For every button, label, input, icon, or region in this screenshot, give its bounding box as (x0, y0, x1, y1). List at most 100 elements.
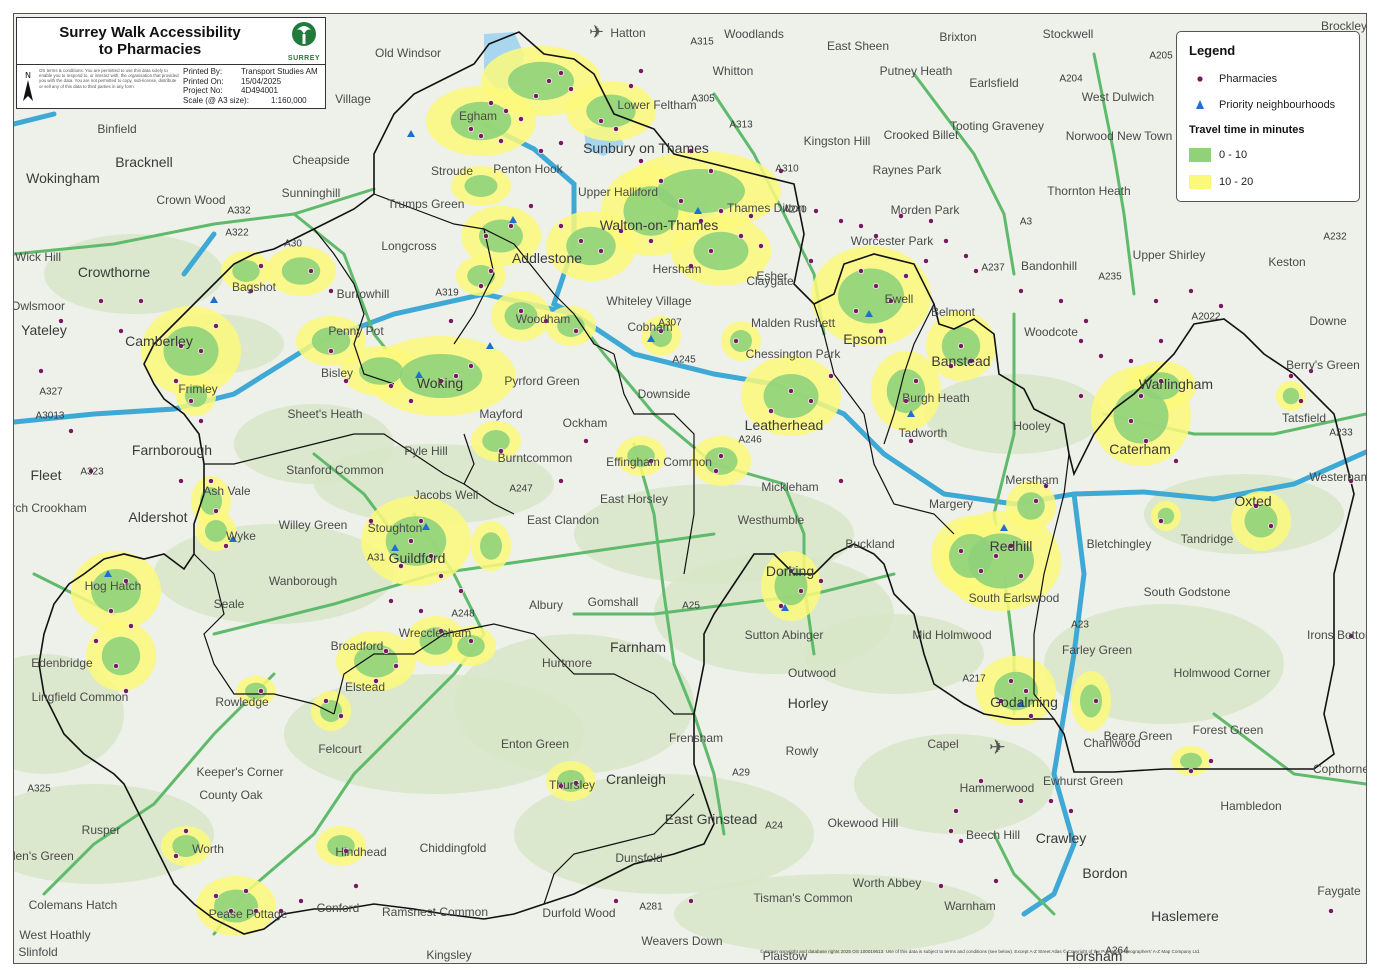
airport-icon: ✈ (989, 735, 1006, 759)
place-label: Margery (928, 497, 974, 511)
pharmacy-marker (758, 243, 764, 249)
place-label: Bordon (1082, 865, 1128, 881)
place-label: Malden Rushett (750, 316, 836, 330)
pharmacy-marker (488, 100, 494, 106)
pharmacy-marker (808, 258, 814, 264)
place-label: Keeper's Corner (196, 765, 284, 779)
place-label: Church Crookham (14, 501, 87, 515)
pharmacy-marker (858, 223, 864, 229)
road-label: A29 (732, 767, 750, 779)
place-label: Crawley (1035, 830, 1087, 846)
pharmacy-marker (518, 116, 524, 122)
pharmacy-marker (913, 378, 919, 384)
place-label: Brixton (939, 30, 977, 44)
legend-band-0-10: 0 - 10 (1189, 148, 1247, 162)
pharmacy-marker (353, 883, 359, 889)
place-label: Penny Pot (328, 324, 384, 338)
road-label: A25 (682, 600, 700, 612)
road-label: A322 (225, 227, 249, 239)
place-label: West Dulwich (1081, 90, 1155, 104)
surrey-logo-text: SURREY (287, 55, 321, 62)
pharmacy-marker (1218, 303, 1224, 309)
place-label: Kingston Hill (803, 134, 871, 148)
pharmacy-marker (953, 808, 959, 814)
place-label: Farnborough (131, 442, 213, 458)
place-label: Effingham Common (606, 455, 712, 469)
map-frame[interactable]: ✈ ✈ Old Windsor Hatton Woodlands East Sheen… (13, 13, 1367, 964)
place-label: Tadworth (898, 426, 948, 440)
pharmacy-marker (113, 663, 119, 669)
place-label: Warlingham (1138, 376, 1214, 392)
place-label: Westerham (1309, 470, 1367, 484)
pharmacy-marker (388, 383, 394, 389)
pharmacy-marker (383, 648, 389, 654)
pharmacy-marker (1058, 298, 1064, 304)
pharmacy-marker (328, 348, 334, 354)
pharmacy-marker (768, 408, 774, 414)
map-title-box: Surrey Walk Accessibility to Pharmacies … (16, 17, 326, 65)
road-label: A204 (1059, 73, 1083, 85)
pharmacy-marker (128, 623, 134, 629)
pharmacy-marker (1068, 808, 1074, 814)
map-title-line1: Surrey Walk Accessibility (59, 24, 241, 41)
pharmacy-marker (568, 86, 574, 92)
road-label: A246 (738, 434, 762, 446)
road-label: A3 (1019, 216, 1033, 228)
pharmacy-marker (108, 608, 114, 614)
pharmacy-marker (528, 203, 534, 209)
pharmacy-marker (978, 568, 984, 574)
pharmacy-marker (573, 328, 579, 334)
place-label: Rusper (81, 823, 121, 837)
place-label: Burrowhill (336, 287, 390, 301)
place-label: Ewhurst Green (1042, 774, 1124, 788)
place-label: Edenbridge (31, 656, 93, 670)
place-label: South Earlswood (968, 591, 1060, 605)
place-label: Tatsfield (1281, 411, 1327, 425)
pharmacy-marker (503, 108, 509, 114)
place-label: Aldershot (128, 509, 188, 525)
pharmacy-marker (958, 548, 964, 554)
place-label: Downe (1309, 314, 1347, 328)
place-label: Hersham (652, 262, 702, 276)
place-label: Buckland (845, 537, 895, 551)
place-label: Norwood New Town (1065, 129, 1173, 143)
pharmacy-marker (213, 893, 219, 899)
place-label: Owlsmoor (13, 299, 66, 313)
road-label: A237 (981, 262, 1005, 274)
pharmacy-marker (578, 238, 584, 244)
place-label: Copthorne (1312, 762, 1367, 776)
road-label: A205 (1149, 50, 1173, 62)
pharmacy-marker (1078, 393, 1084, 399)
place-label: Binfield (97, 122, 137, 136)
place-label: Ockham (562, 416, 608, 430)
pharmacy-marker (243, 888, 249, 894)
printed-by-label: Printed By: (183, 67, 223, 76)
legend-panel: Legend Pharmacies Priority neighbourhood… (1176, 31, 1360, 202)
pharmacy-marker (558, 140, 564, 146)
place-label: Mickleham (761, 480, 819, 494)
place-label: Pyrford Green (504, 374, 580, 388)
pharmacy-marker (613, 126, 619, 132)
place-label: Okewood Hill (827, 816, 899, 830)
place-label: Tandridge (1180, 532, 1234, 546)
place-label: Chessington Park (745, 347, 841, 361)
pharmacy-marker (993, 553, 999, 559)
pharmacy-marker (993, 878, 999, 884)
place-label: Sutton Abinger (744, 628, 824, 642)
pharmacy-marker (468, 126, 474, 132)
pharmacy-marker (798, 588, 804, 594)
pharmacy-marker (488, 268, 494, 274)
pharmacy-marker (138, 298, 144, 304)
legend-label-priority: Priority neighbourhoods (1219, 99, 1336, 111)
pharmacy-marker (1098, 353, 1104, 359)
place-label: Forest Green (1192, 723, 1264, 737)
print-details: Printed By: Transport Studies AM Printed … (183, 67, 318, 105)
pharmacy-marker (408, 398, 414, 404)
pharmacy-marker (923, 258, 929, 264)
place-label: Stockwell (1042, 27, 1094, 41)
place-label: Woking (416, 375, 464, 391)
road-label: A217 (962, 673, 986, 685)
place-label: Downside (637, 387, 691, 401)
place-label: Farley Green (1061, 643, 1133, 657)
pharmacy-marker (1328, 908, 1334, 914)
